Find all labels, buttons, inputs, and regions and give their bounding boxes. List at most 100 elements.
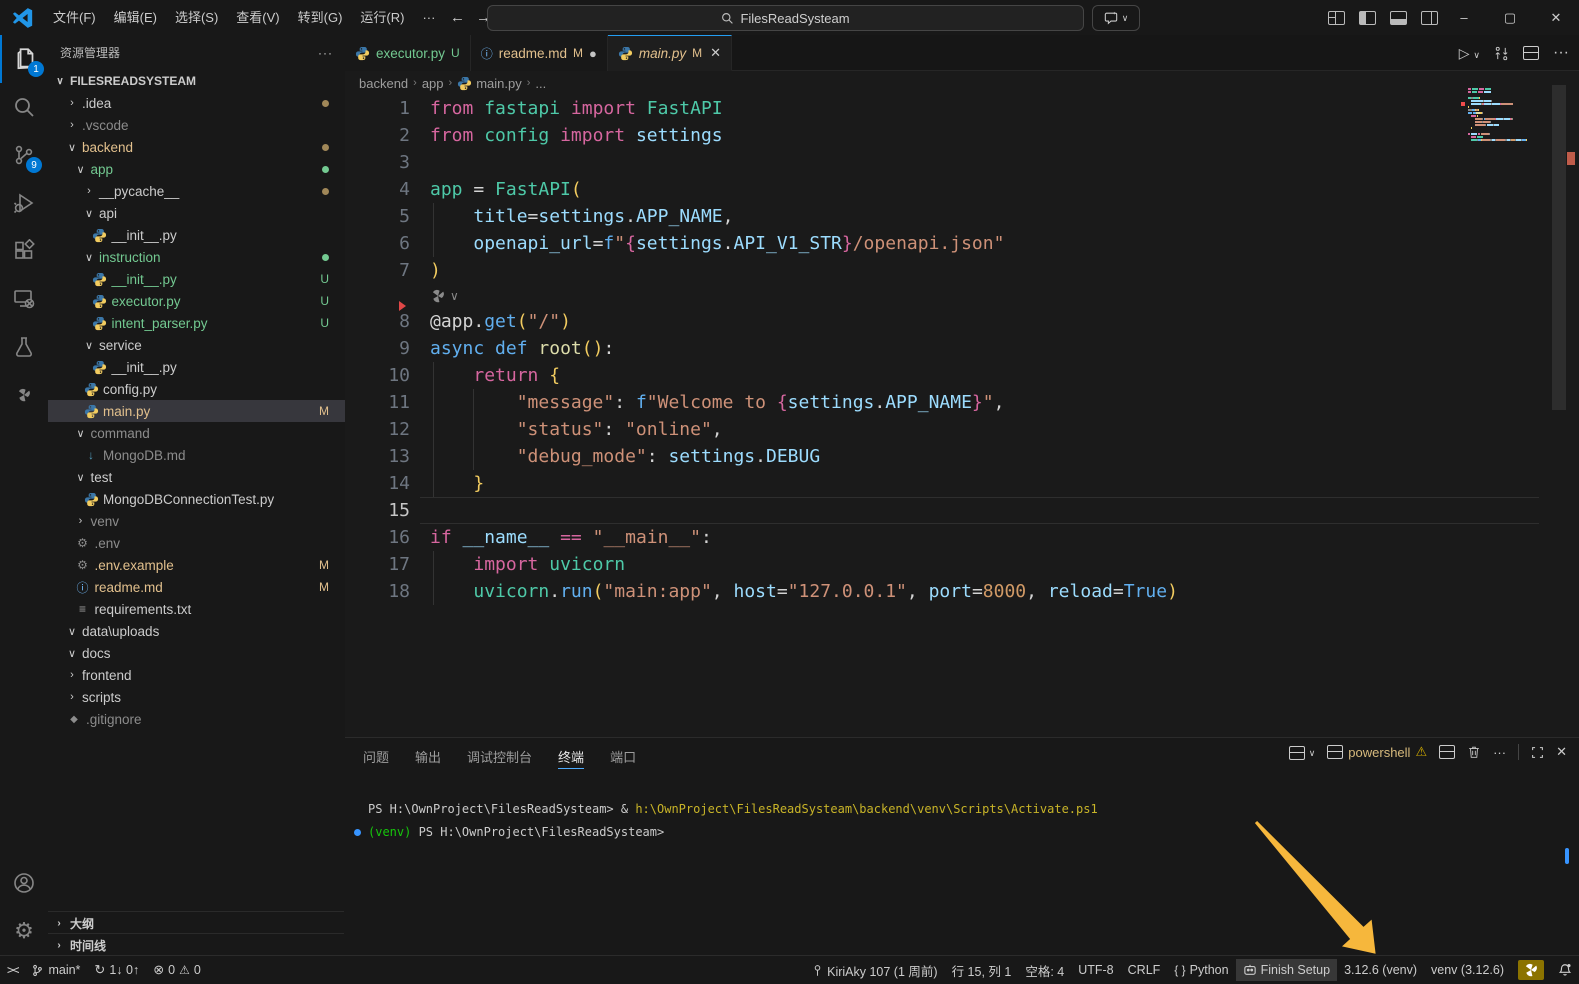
code-line-6[interactable]: 6 openapi_url=f"{settings.API_V1_STR}/op… — [345, 230, 1579, 257]
tree-item-__init__.py[interactable]: __init__.py — [48, 356, 345, 378]
editor-more-actions[interactable]: ··· — [1553, 44, 1569, 62]
tree-item-api[interactable]: ∨api — [48, 202, 345, 224]
tree-item-main.py[interactable]: main.pyM — [48, 400, 345, 422]
outline-section[interactable]: ›大纲 — [48, 911, 344, 934]
tree-item-intent_parser.py[interactable]: intent_parser.pyU — [48, 312, 345, 334]
code-line-4[interactable]: 4app = FastAPI( — [345, 176, 1579, 203]
close-panel-icon[interactable]: ✕ — [1556, 744, 1567, 760]
code-line-12[interactable]: 12 "status": "online", — [345, 416, 1579, 443]
activity-search-icon[interactable] — [0, 83, 48, 131]
workspace-section-header[interactable]: ∨ FILESREADSYSTEAM — [48, 70, 345, 92]
run-python-button[interactable]: ▷ ∨ — [1459, 45, 1480, 62]
tree-item-instruction[interactable]: ∨instruction — [48, 246, 345, 268]
menu-r[interactable]: 运行(R) — [351, 0, 413, 35]
code-line-10[interactable]: 10 return { — [345, 362, 1579, 389]
activity-testing-icon[interactable] — [0, 323, 48, 371]
activity-source-control-icon[interactable]: 9 — [0, 131, 48, 179]
tree-item-requirements.txt[interactable]: ≡requirements.txt — [48, 598, 345, 620]
menu-more-button[interactable]: ··· — [413, 10, 444, 25]
toggle-primary-sidebar-icon[interactable] — [1359, 11, 1376, 25]
status-git-branch[interactable]: main* — [24, 959, 87, 981]
menu-s[interactable]: 选择(S) — [166, 0, 227, 35]
panel-more-actions[interactable]: ··· — [1493, 745, 1506, 760]
code-line-8[interactable]: 8@app.get("/") — [345, 308, 1579, 335]
minimize-button[interactable]: – — [1441, 0, 1487, 35]
toggle-secondary-sidebar-icon[interactable] — [1421, 11, 1438, 25]
activity-extensions-icon[interactable] — [0, 227, 48, 275]
tree-item-backend[interactable]: ∨backend — [48, 136, 345, 158]
roo-inline-icon[interactable] — [430, 288, 446, 304]
activity-run-debug-icon[interactable] — [0, 179, 48, 227]
tree-item-__init__.py[interactable]: __init__.py — [48, 224, 345, 246]
tree-item-executor.py[interactable]: executor.pyU — [48, 290, 345, 312]
activity-explorer-icon[interactable]: 1 — [0, 35, 50, 83]
tree-item-app[interactable]: ∨app — [48, 158, 345, 180]
breadcrumb-item[interactable]: ... — [535, 76, 546, 91]
tab-main.py[interactable]: main.pyM✕ — [608, 35, 732, 71]
status-cursor-position[interactable]: 行 15, 列 1 — [945, 959, 1019, 981]
tree-item-data-uploads[interactable]: ∨data\uploads — [48, 620, 345, 642]
menu-f[interactable]: 文件(F) — [44, 0, 105, 35]
panel-tab-终端[interactable]: 终端 — [558, 738, 584, 774]
tree-item-.env.example[interactable]: ⚙.env.exampleM — [48, 554, 345, 576]
customize-layout-icon[interactable] — [1328, 11, 1345, 25]
code-line-14[interactable]: 14 } — [345, 470, 1579, 497]
toggle-panel-icon[interactable] — [1390, 11, 1407, 25]
breadcrumb-item[interactable]: main.py — [457, 76, 522, 91]
activity-roo-code-icon[interactable] — [0, 371, 48, 419]
panel-tab-问题[interactable]: 问题 — [363, 738, 389, 774]
minimap[interactable] — [1468, 88, 1546, 142]
panel-tab-输出[interactable]: 输出 — [415, 738, 441, 774]
menu-v[interactable]: 查看(V) — [227, 0, 288, 35]
activity-remote-explorer-icon[interactable] — [0, 275, 48, 323]
tree-item-docs[interactable]: ∨docs — [48, 642, 345, 664]
status-python-interpreter[interactable]: 3.12.6 (venv) — [1337, 959, 1424, 981]
status-finish-setup[interactable]: Finish Setup — [1236, 959, 1337, 981]
timeline-section[interactable]: ›时间线 — [48, 933, 344, 956]
tree-item-MongoDB.md[interactable]: ↓MongoDB.md — [48, 444, 345, 466]
breadcrumb-item[interactable]: backend — [359, 76, 408, 91]
tree-item-readme.md[interactable]: ⓘreadme.mdM — [48, 576, 345, 598]
tree-item-__init__.py[interactable]: __init__.pyU — [48, 268, 345, 290]
split-terminal-icon[interactable] — [1439, 745, 1455, 759]
code-line-3[interactable]: 3 — [345, 149, 1579, 176]
nav-back-button[interactable]: ← — [444, 9, 470, 26]
new-terminal-button[interactable]: ∨ — [1289, 744, 1315, 760]
code-editor[interactable]: 1from fastapi import FastAPI2from config… — [345, 95, 1579, 737]
command-decoration-dot[interactable] — [354, 829, 361, 836]
tree-item-test[interactable]: ∨test — [48, 466, 345, 488]
command-center-search[interactable]: FilesReadSysteam — [487, 5, 1084, 31]
terminal-tab-powershell[interactable]: powershell ⚠ — [1327, 744, 1427, 760]
activity-account-icon[interactable] — [0, 859, 48, 907]
code-line-5[interactable]: 5 title=settings.APP_NAME, — [345, 203, 1579, 230]
code-line-2[interactable]: 2from config import settings — [345, 122, 1579, 149]
inline-ai-widget[interactable]: ∨ — [345, 284, 1579, 308]
code-line-18[interactable]: 18 uvicorn.run("main:app", host="127.0.0… — [345, 578, 1579, 605]
tree-item-config.py[interactable]: config.py — [48, 378, 345, 400]
split-editor-icon[interactable] — [1523, 46, 1539, 60]
status-roo-gold[interactable] — [1511, 959, 1551, 981]
explorer-more-actions[interactable]: ··· — [318, 46, 333, 60]
open-changes-icon[interactable] — [1494, 46, 1509, 61]
tree-item-.idea[interactable]: ›.idea — [48, 92, 345, 114]
tree-item-venv[interactable]: ›venv — [48, 510, 345, 532]
status-indentation[interactable]: 空格: 4 — [1018, 959, 1071, 981]
panel-tab-端口[interactable]: 端口 — [610, 738, 636, 774]
status-encoding[interactable]: UTF-8 — [1071, 959, 1120, 981]
status-remote[interactable]: >< — [0, 959, 24, 981]
tab-executor.py[interactable]: executor.pyU — [345, 35, 471, 71]
tree-item-service[interactable]: ∨service — [48, 334, 345, 356]
breadcrumb[interactable]: backend›app› main.py›... — [345, 71, 1579, 95]
maximize-button[interactable]: ▢ — [1487, 0, 1533, 35]
status-problems[interactable]: ⊗0⚠0 — [146, 959, 208, 981]
status-eol[interactable]: CRLF — [1121, 959, 1168, 981]
status-blame[interactable]: KiriAky 107 (1 周前) — [805, 959, 944, 981]
code-line-11[interactable]: 11 "message": f"Welcome to {settings.APP… — [345, 389, 1579, 416]
status-python-env[interactable]: venv (3.12.6) — [1424, 959, 1511, 981]
tree-item-__pycache__[interactable]: ›__pycache__ — [48, 180, 345, 202]
status-language[interactable]: { }Python — [1167, 959, 1235, 981]
code-line-13[interactable]: 13 "debug_mode": settings.DEBUG — [345, 443, 1579, 470]
tree-item-MongoDBConnectionTest.py[interactable]: MongoDBConnectionTest.py — [48, 488, 345, 510]
copilot-button[interactable]: ∨ — [1092, 5, 1140, 31]
menu-e[interactable]: 编辑(E) — [105, 0, 166, 35]
